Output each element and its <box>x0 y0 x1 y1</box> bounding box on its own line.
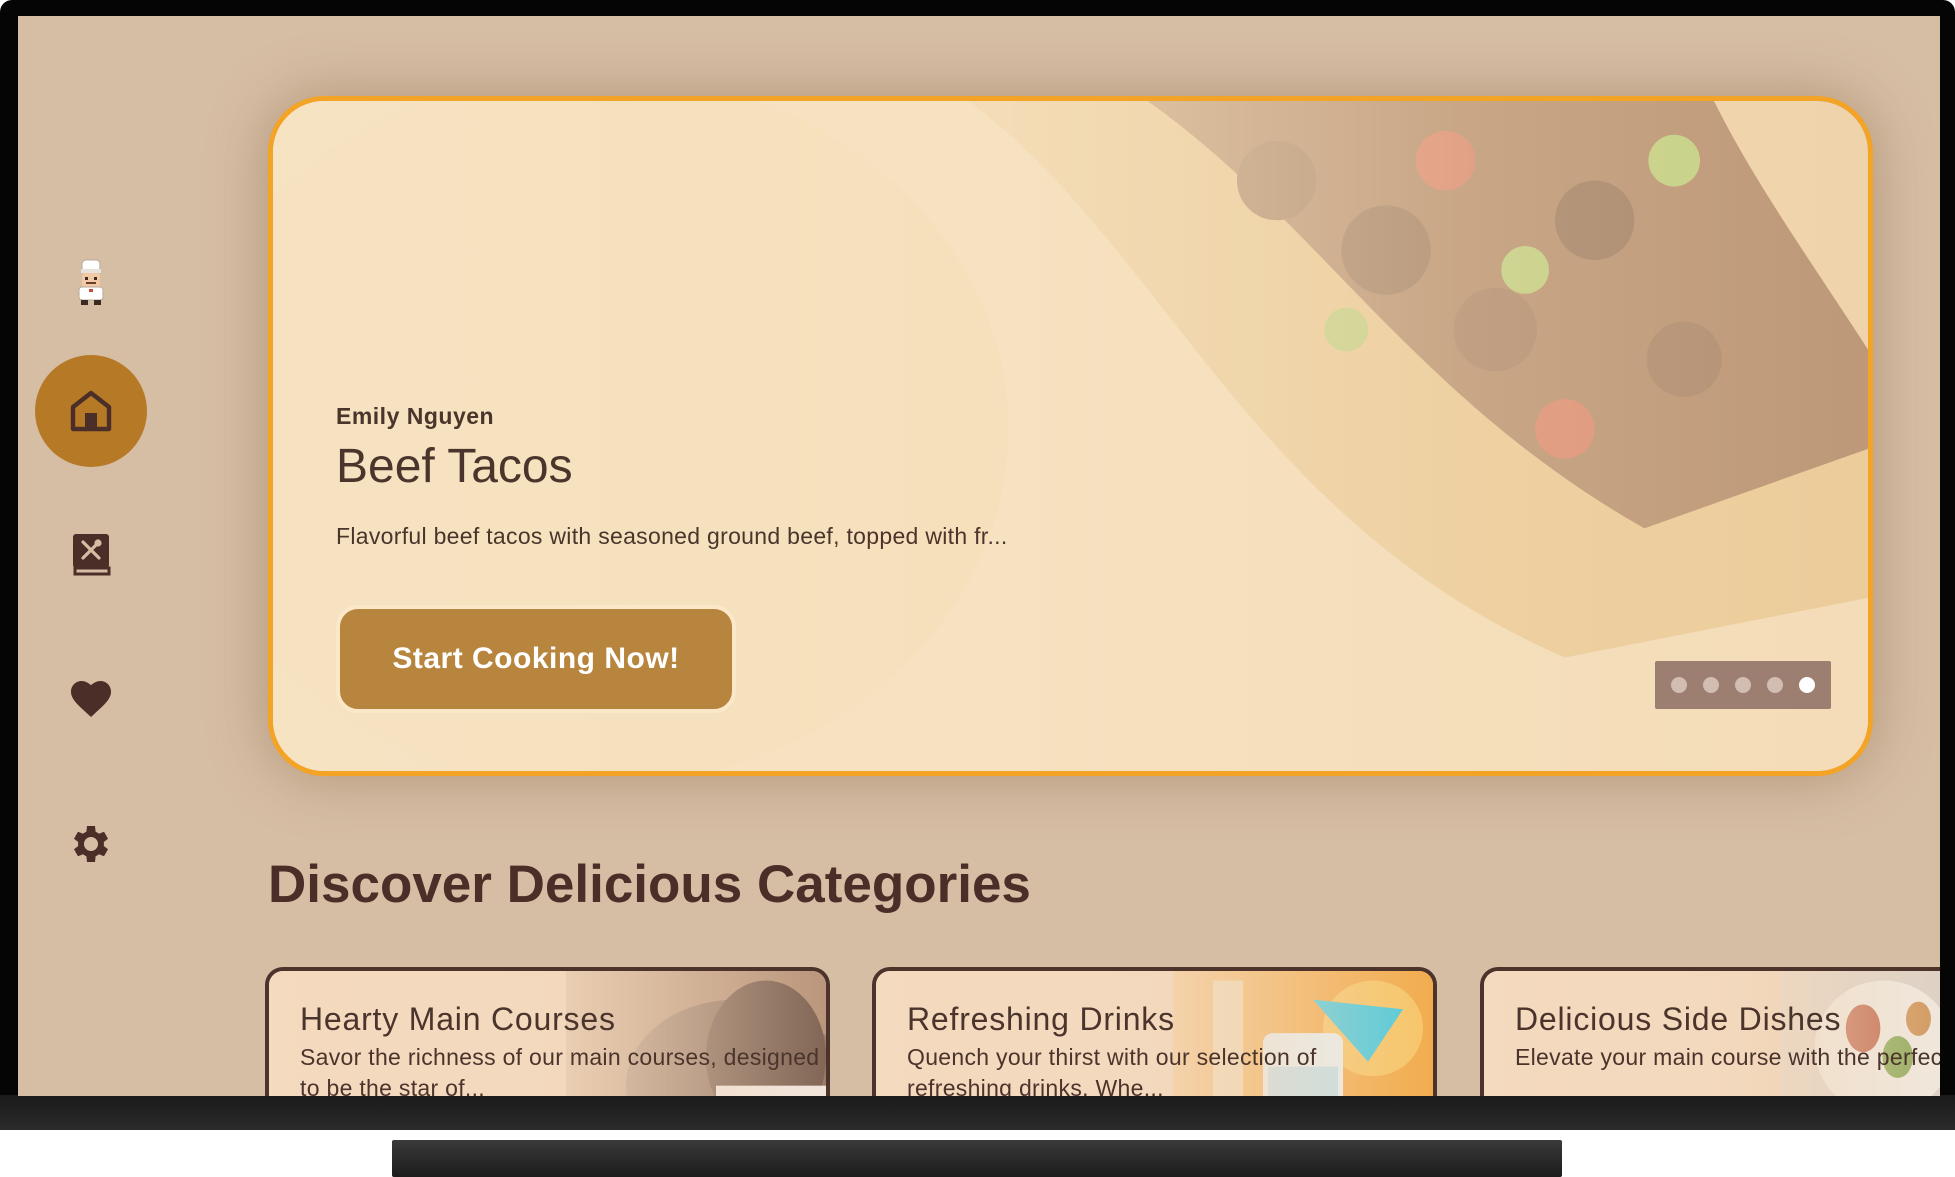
carousel-indicator <box>1655 661 1831 709</box>
carousel-dot-5[interactable] <box>1799 677 1815 693</box>
recipe-book-icon <box>73 534 111 576</box>
category-description: Quench your thirst with our selection of… <box>907 1044 1317 1096</box>
carousel-dot-1[interactable] <box>1671 677 1687 693</box>
recipe-title: Beef Tacos <box>336 440 573 493</box>
carousel-dot-2[interactable] <box>1703 677 1719 693</box>
nav-item-recipes[interactable] <box>35 498 147 610</box>
tv-chin <box>0 1095 1955 1130</box>
category-description: Elevate your main course with the perfec… <box>1515 1044 1940 1070</box>
nav-item-favorites[interactable] <box>35 643 147 755</box>
carousel-dot-3[interactable] <box>1735 677 1751 693</box>
featured-recipe-hero: Emily Nguyen Beef Tacos Flavorful beef t… <box>268 96 1873 776</box>
category-card-drinks[interactable]: Refreshing Drinks Quench your thirst wit… <box>872 967 1437 1096</box>
category-card-main-courses[interactable]: Hearty Main Courses Savor the richness o… <box>265 967 830 1096</box>
category-card-side-dishes[interactable]: Delicious Side Dishes Elevate your main … <box>1480 967 1940 1096</box>
category-title: Hearty Main Courses <box>300 1001 616 1037</box>
nav-item-settings[interactable] <box>35 788 147 900</box>
navigation-rail <box>18 16 168 1096</box>
nav-item-profile[interactable] <box>35 226 147 338</box>
start-cooking-button[interactable]: Start Cooking Now! <box>336 605 736 713</box>
gear-icon <box>74 826 108 862</box>
nav-item-home[interactable] <box>35 355 147 467</box>
recipe-author: Emily Nguyen <box>336 403 495 429</box>
category-description: Savor the richness of our main courses, … <box>300 1044 820 1096</box>
section-title: Discover Delicious Categories <box>268 855 1031 914</box>
app-screen: Emily Nguyen Beef Tacos Flavorful beef t… <box>18 16 1940 1096</box>
recipe-description: Flavorful beef tacos with seasoned groun… <box>336 523 1008 549</box>
tv-stand <box>392 1140 1562 1177</box>
carousel-dot-4[interactable] <box>1767 677 1783 693</box>
chef-avatar-icon <box>78 259 104 305</box>
category-title: Delicious Side Dishes <box>1515 1001 1842 1037</box>
heart-icon <box>71 681 111 717</box>
category-title: Refreshing Drinks <box>907 1001 1175 1037</box>
home-icon <box>70 390 112 432</box>
